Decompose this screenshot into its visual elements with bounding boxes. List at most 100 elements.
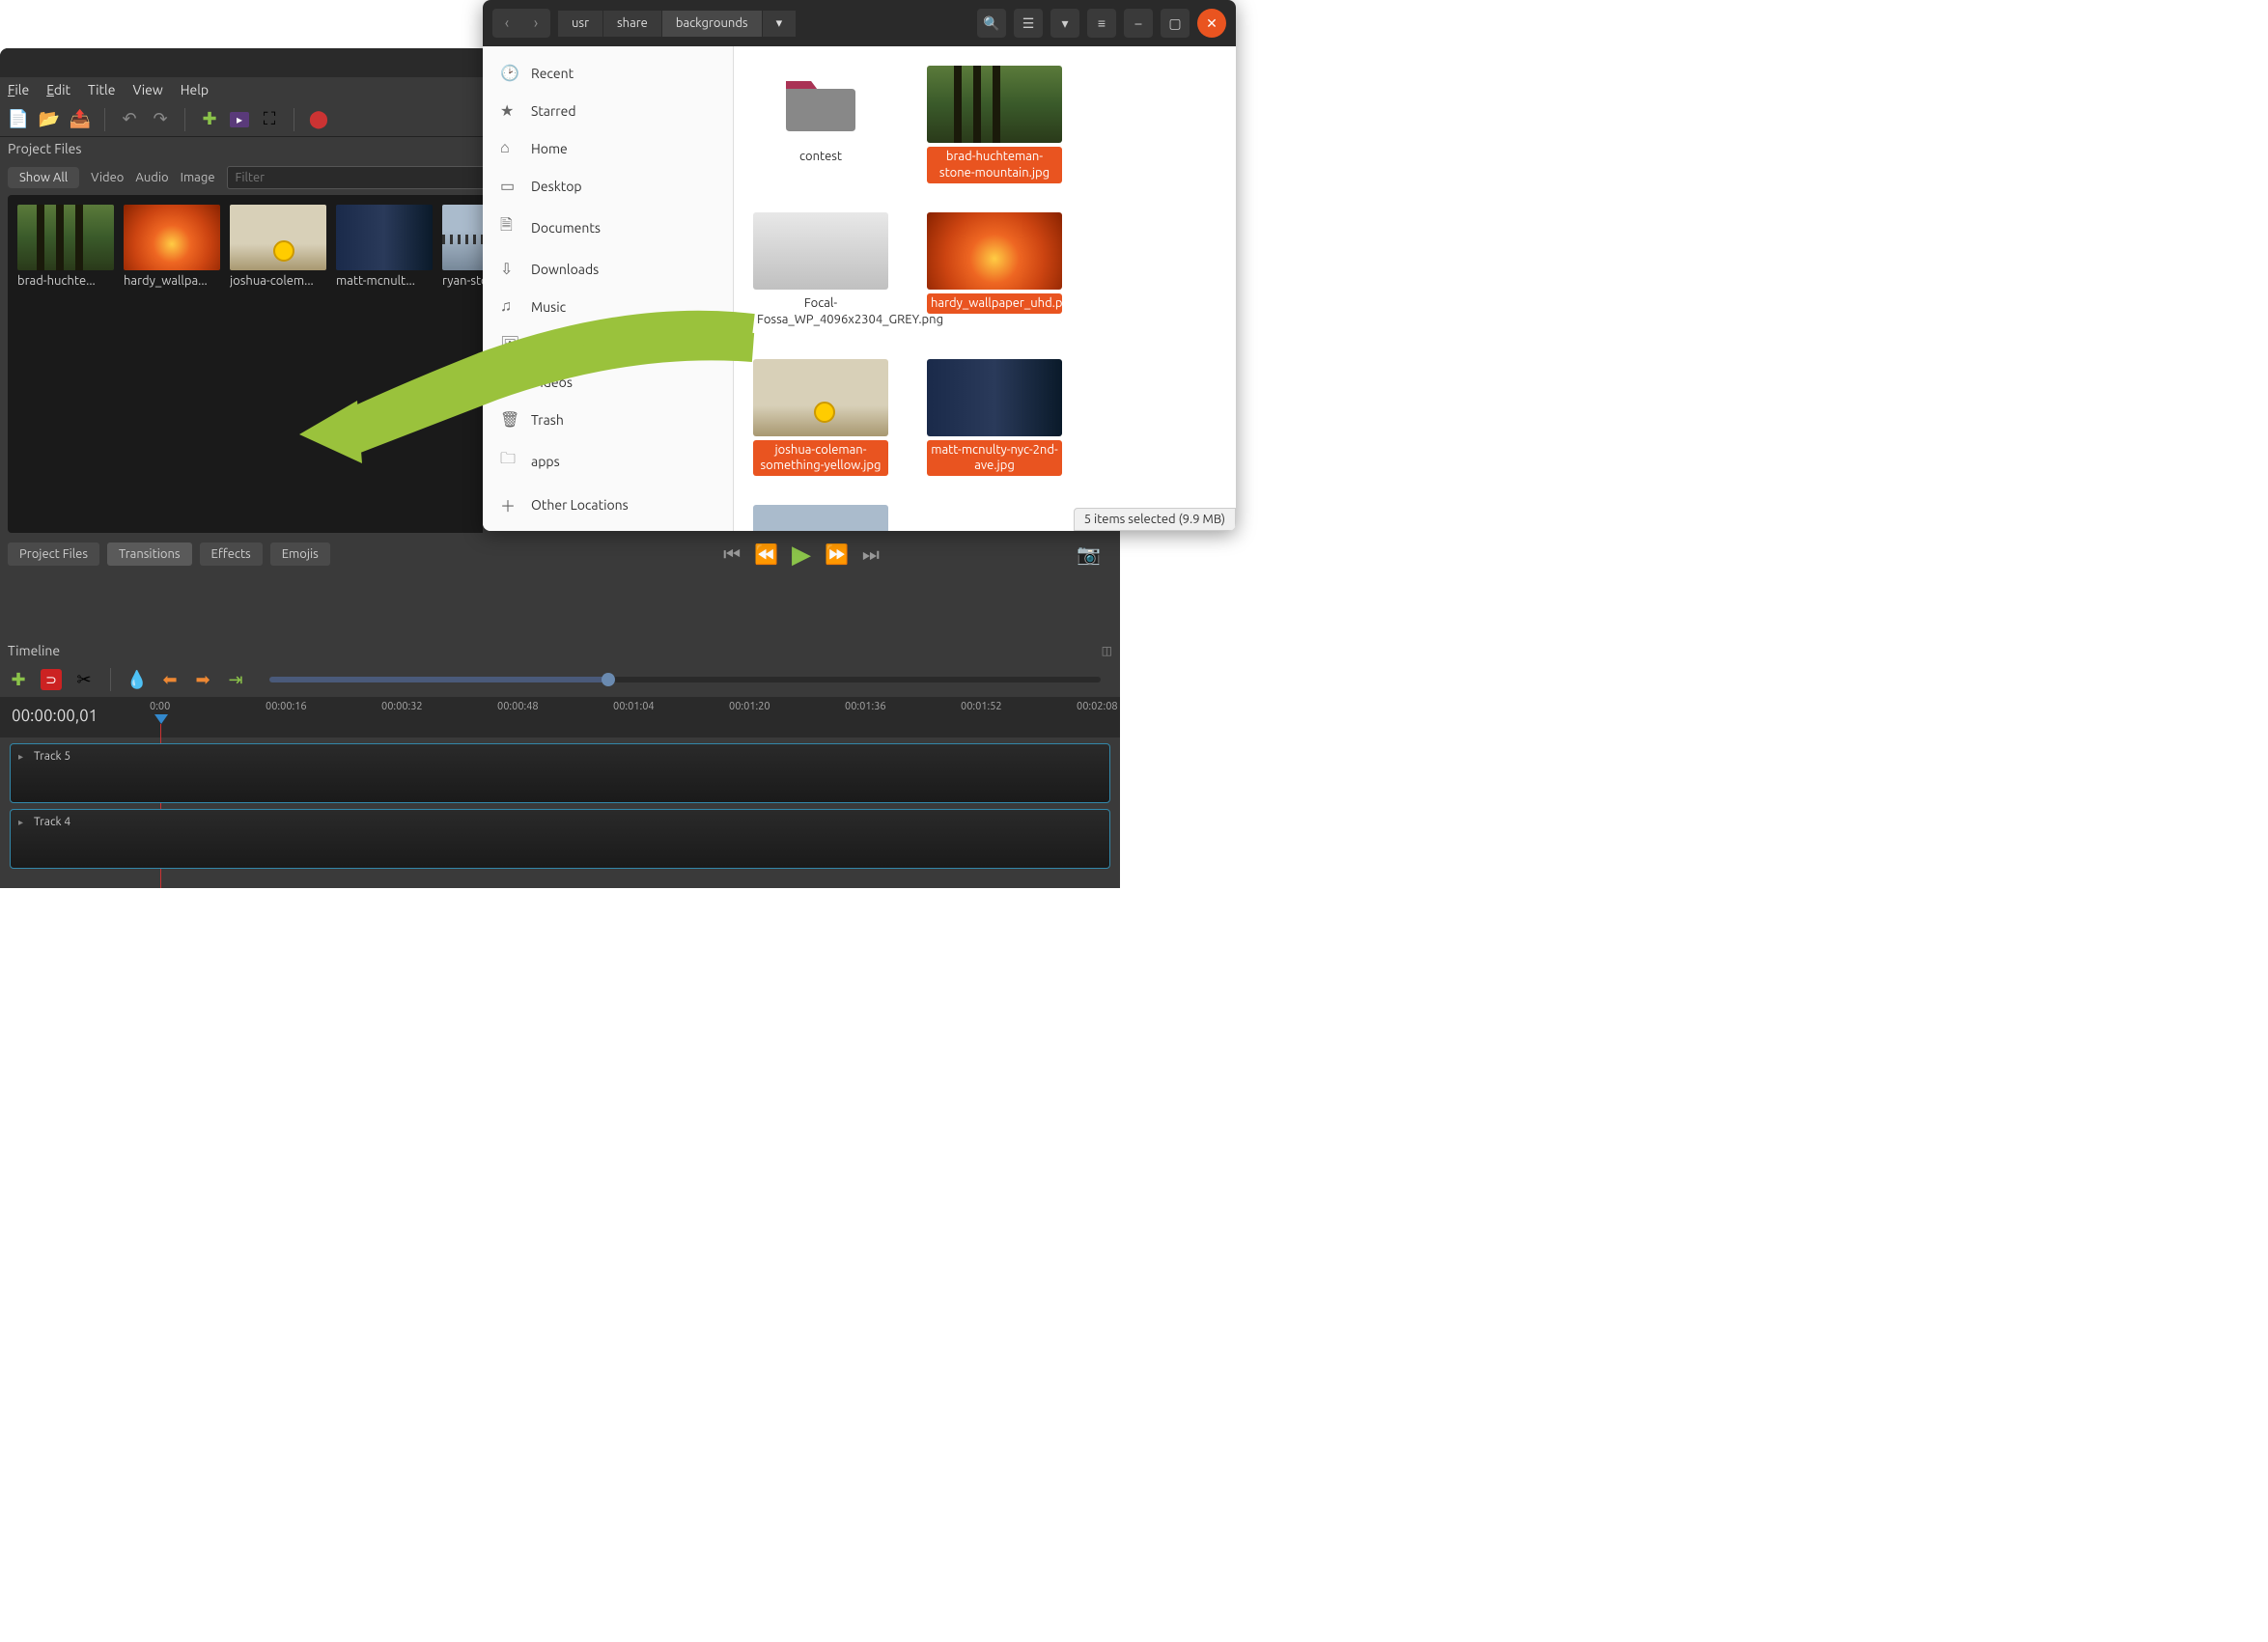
sidebar-icon: 🖼 — [500, 335, 518, 353]
playhead-icon[interactable] — [154, 714, 168, 724]
files-header: ‹ › usr share backgrounds ▾ 🔍 ☰ ▾ ≡ – ▢ … — [483, 0, 1236, 46]
fullscreen-icon[interactable]: ⛶ — [259, 109, 280, 130]
file-item[interactable] — [753, 505, 888, 531]
time-display: 00:00:00,01 — [0, 697, 150, 738]
forward-icon[interactable]: ⏩ — [825, 543, 849, 566]
sidebar-item-music[interactable]: ♫Music — [483, 288, 733, 325]
sidebar-item-documents[interactable]: 🗎Documents — [483, 205, 733, 250]
toolbar-separator — [110, 668, 111, 691]
timeline-track[interactable]: ▸Track 4 — [10, 809, 1110, 869]
track-label: Track 5 — [34, 750, 70, 763]
track-chevron-icon[interactable]: ▸ — [18, 751, 23, 763]
files-body: 🕑Recent★Starred⌂Home▭Desktop🗎Documents⇩D… — [483, 46, 1236, 531]
sidebar-item-recent[interactable]: 🕑Recent — [483, 54, 733, 92]
redo-icon[interactable]: ↷ — [150, 109, 171, 130]
project-file-item[interactable]: matt-mcnult... — [336, 205, 433, 288]
project-file-item[interactable]: brad-huchte... — [17, 205, 114, 288]
file-thumb — [230, 205, 326, 270]
ruler-mark: 00:00:32 — [381, 701, 423, 712]
marker-icon[interactable]: 💧 — [126, 669, 148, 690]
center-icon[interactable]: ⇥ — [225, 669, 246, 690]
menu-file[interactable]: File — [8, 82, 29, 97]
add-track-icon[interactable]: ✚ — [8, 669, 29, 690]
nav-back-icon[interactable]: ‹ — [492, 9, 521, 38]
menu-view[interactable]: View — [132, 82, 162, 97]
crumb-backgrounds[interactable]: backgrounds — [662, 11, 762, 37]
jump-start-icon[interactable]: ⏮ — [723, 543, 741, 566]
tab-project-files[interactable]: Project Files — [8, 543, 99, 566]
sidebar-icon: 🗎 — [500, 214, 518, 240]
sidebar-item-desktop[interactable]: ▭Desktop — [483, 167, 733, 205]
next-marker-icon[interactable]: ➡ — [192, 669, 213, 690]
sidebar-item-pictures[interactable]: 🖼Pictures — [483, 325, 733, 363]
sidebar-icon: ＋ — [500, 493, 518, 516]
open-project-icon[interactable]: 📂 — [39, 109, 60, 130]
menu-edit[interactable]: Edit — [46, 82, 70, 97]
crumb-usr[interactable]: usr — [558, 11, 602, 37]
prev-marker-icon[interactable]: ⬅ — [159, 669, 181, 690]
file-item[interactable]: matt-mcnulty-nyc-2nd-ave.jpg — [927, 359, 1062, 477]
file-label: hardy_wallpa... — [124, 274, 220, 288]
timeline-track[interactable]: ▸ Track 5 — [10, 743, 1110, 803]
menu-help[interactable]: Help — [181, 82, 209, 97]
sidebar-item-home[interactable]: ⌂Home — [483, 129, 733, 167]
file-item[interactable]: brad-huchteman-stone-mountain.jpg — [927, 66, 1062, 183]
profile-icon[interactable]: ▸ — [230, 112, 249, 127]
zoom-handle[interactable] — [602, 673, 615, 686]
file-item[interactable]: contest — [753, 66, 888, 183]
file-item[interactable]: hardy_wallpaper_uhd.png — [927, 212, 1062, 330]
sidebar-item-starred[interactable]: ★Starred — [483, 92, 733, 129]
search-icon[interactable]: 🔍 — [977, 9, 1006, 38]
show-all-button[interactable]: Show All — [8, 167, 79, 188]
close-icon[interactable]: ✕ — [1197, 9, 1226, 38]
filter-image[interactable]: Image — [181, 171, 215, 184]
ruler-marks[interactable]: 0:0000:00:1600:00:3200:00:4800:01:0400:0… — [150, 697, 1120, 738]
snapshot-icon[interactable]: 📷 — [1077, 543, 1101, 566]
file-item[interactable]: Focal-Fossa_WP_4096x2304_GREY.png — [753, 212, 888, 330]
rewind-icon[interactable]: ⏪ — [754, 543, 778, 566]
files-content[interactable]: contest brad-huchteman-stone-mountain.jpg… — [734, 46, 1236, 531]
razor-icon[interactable]: ✂ — [73, 669, 95, 690]
ruler-mark: 00:00:48 — [497, 701, 539, 712]
save-project-icon[interactable]: 📤 — [70, 109, 91, 130]
sidebar-item-videos[interactable]: 🎬Videos — [483, 363, 733, 401]
sidebar-item-trash[interactable]: 🗑Trash — [483, 401, 733, 438]
timeline-ruler[interactable]: 00:00:00,01 0:0000:00:1600:00:3200:00:48… — [0, 697, 1120, 738]
sidebar-label: Recent — [531, 66, 574, 81]
crumb-share[interactable]: share — [603, 11, 661, 37]
crumb-dropdown-icon[interactable]: ▾ — [763, 11, 797, 37]
sidebar-label: Downloads — [531, 262, 599, 277]
ruler-mark: 00:01:04 — [613, 701, 655, 712]
view-dropdown-icon[interactable]: ▾ — [1050, 9, 1079, 38]
menu-title[interactable]: Title — [88, 82, 115, 97]
tab-effects[interactable]: Effects — [200, 543, 263, 566]
minimize-icon[interactable]: – — [1124, 9, 1153, 38]
file-thumb — [927, 66, 1062, 143]
detach-icon[interactable]: ◫ — [1102, 644, 1112, 657]
tab-emojis[interactable]: Emojis — [270, 543, 330, 566]
new-project-icon[interactable]: 📄 — [8, 109, 29, 130]
file-item[interactable]: joshua-coleman-something-yellow.jpg — [753, 359, 888, 477]
project-file-item[interactable]: hardy_wallpa... — [124, 205, 220, 288]
tab-transitions[interactable]: Transitions — [107, 543, 192, 566]
import-icon[interactable]: ✚ — [199, 109, 220, 130]
filter-audio[interactable]: Audio — [135, 171, 168, 184]
undo-icon[interactable]: ↶ — [119, 109, 140, 130]
project-file-item[interactable]: joshua-colem... — [230, 205, 326, 288]
zoom-slider[interactable] — [269, 677, 1101, 682]
status-bar: 5 items selected (9.9 MB) — [1074, 508, 1236, 531]
snap-icon[interactable]: ⊃ — [41, 669, 62, 690]
play-icon[interactable]: ▶ — [792, 540, 811, 570]
jump-end-icon[interactable]: ⏭ — [862, 543, 880, 566]
hamburger-icon[interactable]: ≡ — [1087, 9, 1116, 38]
sidebar-item-apps[interactable]: 🗀apps — [483, 438, 733, 484]
filter-video[interactable]: Video — [91, 171, 124, 184]
sidebar-item-other-locations[interactable]: ＋Other Locations — [483, 484, 733, 526]
sidebar-item-downloads[interactable]: ⇩Downloads — [483, 250, 733, 288]
export-icon[interactable]: ⬤ — [308, 109, 329, 130]
maximize-icon[interactable]: ▢ — [1161, 9, 1190, 38]
track-chevron-icon[interactable]: ▸ — [18, 817, 23, 828]
view-list-icon[interactable]: ☰ — [1014, 9, 1043, 38]
sidebar-icon: 🎬 — [500, 373, 518, 391]
nav-forward-icon[interactable]: › — [521, 9, 550, 38]
